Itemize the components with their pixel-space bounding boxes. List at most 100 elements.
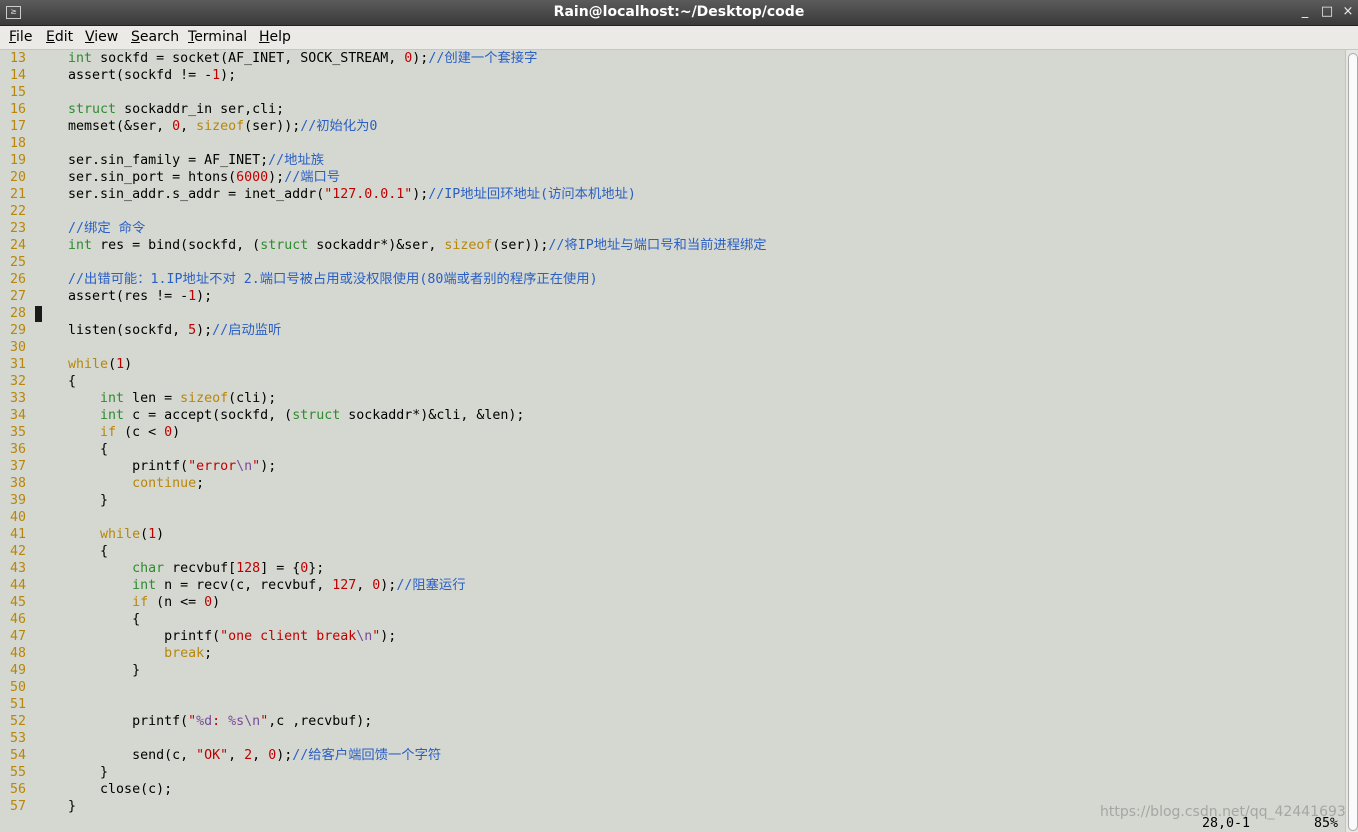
line-number: 41 <box>10 527 27 542</box>
code-token: char <box>132 561 165 576</box>
code-token: " <box>252 459 261 474</box>
code-token: \n <box>356 629 373 644</box>
code-token: { <box>36 544 109 559</box>
menu-view-label: iew <box>94 29 119 45</box>
code-token: 5 <box>188 323 197 338</box>
line-number: 52 <box>10 714 27 729</box>
code-token: 6000 <box>236 170 269 185</box>
code-token: }; <box>308 561 325 576</box>
menu-view[interactable]: View <box>85 29 118 45</box>
code-token: 127 <box>332 578 357 593</box>
line-number: 40 <box>10 510 27 525</box>
code-comment: //端口号 <box>284 170 341 185</box>
line-number: 29 <box>10 323 27 338</box>
scrollbar-thumb[interactable] <box>1348 53 1358 831</box>
menu-help[interactable]: Help <box>259 29 291 45</box>
code-line: 50 <box>0 679 767 696</box>
code-token: %s <box>228 714 245 729</box>
menu-terminal[interactable]: Terminal <box>188 29 247 45</box>
code-token: ); <box>196 323 213 338</box>
code-line: 14 assert(sockfd != -1); <box>0 67 767 84</box>
line-number: 48 <box>10 646 27 661</box>
code-token: ,c ,recvbuf); <box>268 714 373 729</box>
code-line: 26 //出错可能：1.IP地址不对 2.端口号被占用或没权限使用(80端或者别… <box>0 271 767 288</box>
code-token: ); <box>196 289 213 304</box>
code-token: memset(&ser, <box>36 119 173 134</box>
code-token: 1 <box>188 289 197 304</box>
code-token: int <box>68 51 93 66</box>
code-token: ); <box>260 459 277 474</box>
line-number: 27 <box>10 289 27 304</box>
code-token: ] = { <box>260 561 301 576</box>
code-token: assert(sockfd != - <box>36 68 213 83</box>
line-number: 34 <box>10 408 27 423</box>
line-number: 49 <box>10 663 27 678</box>
code-token: 2 <box>244 748 253 763</box>
code-line: 28 <box>0 305 767 322</box>
code-token: 0 <box>204 595 213 610</box>
code-comment: //创建一个套接字 <box>428 51 538 66</box>
line-number: 17 <box>10 119 27 134</box>
menu-search-label: earch <box>139 29 180 45</box>
close-icon[interactable]: × <box>1340 4 1356 20</box>
terminal-text-area[interactable]: 13 int sockfd = socket(AF_INET, SOCK_STR… <box>0 50 1345 832</box>
line-number: 33 <box>10 391 27 406</box>
vertical-scrollbar[interactable] <box>1345 50 1358 832</box>
code-line: 57 } <box>0 798 767 815</box>
menu-view-mnemonic: V <box>85 29 95 45</box>
line-number: 20 <box>10 170 27 185</box>
code-token: "one client break <box>220 629 357 644</box>
code-token: "127.0.0.1" <box>324 187 413 202</box>
code-token: } <box>36 765 109 780</box>
code-comment: //给客户端回馈一个字符 <box>292 748 442 763</box>
code-token: } <box>36 799 77 814</box>
scroll-percent: 85% <box>1314 816 1339 831</box>
code-token: \n <box>244 714 261 729</box>
window-title: Rain@localhost:~/Desktop/code <box>553 4 805 20</box>
code-line: 20 ser.sin_port = htons(6000);//端口号 <box>0 169 767 186</box>
line-number: 56 <box>10 782 27 797</box>
line-number: 23 <box>10 221 27 236</box>
code-token: 0 <box>268 748 277 763</box>
code-line: 55 } <box>0 764 767 781</box>
line-number: 45 <box>10 595 27 610</box>
maximize-icon[interactable]: □ <box>1319 4 1335 20</box>
code-token: 1 <box>212 68 221 83</box>
code-token: { <box>36 442 109 457</box>
line-number: 37 <box>10 459 27 474</box>
code-token: { <box>36 374 77 389</box>
menu-search[interactable]: Search <box>131 29 179 45</box>
code-token: while <box>100 527 141 542</box>
line-number: 14 <box>10 68 27 83</box>
line-number: 22 <box>10 204 27 219</box>
code-line: 54 send(c, "OK", 2, 0);//给客户端回馈一个字符 <box>0 747 767 764</box>
code-token: printf( <box>36 629 221 644</box>
code-line: 23 //绑定 命令 <box>0 220 767 237</box>
code-token: while <box>68 357 109 372</box>
code-token: , <box>356 578 373 593</box>
text-cursor <box>35 306 42 322</box>
code-token: int <box>68 238 93 253</box>
menu-file-mnemonic: F <box>9 29 17 45</box>
code-token: (n <= <box>148 595 205 610</box>
menu-help-label: elp <box>269 29 291 45</box>
minimize-icon[interactable]: _ <box>1297 4 1313 20</box>
code-line: 53 <box>0 730 767 747</box>
code-token: recvbuf[ <box>164 561 237 576</box>
menu-file[interactable]: File <box>9 29 32 45</box>
window-titlebar[interactable]: ≥ Rain@localhost:~/Desktop/code _ □ × <box>0 0 1358 26</box>
code-line: 45 if (n <= 0) <box>0 594 767 611</box>
code-line: 35 if (c < 0) <box>0 424 767 441</box>
code-comment: //将IP地址与端口号和当前进程绑定 <box>548 238 767 253</box>
code-token: 128 <box>236 561 261 576</box>
code-token: , <box>252 748 269 763</box>
menu-edit[interactable]: Edit <box>46 29 73 45</box>
line-number: 13 <box>10 51 27 66</box>
code-line: 44 int n = recv(c, recvbuf, 127, 0);//阻塞… <box>0 577 767 594</box>
code-line: 48 break; <box>0 645 767 662</box>
code-token: assert(res != - <box>36 289 189 304</box>
code-line: 32 { <box>0 373 767 390</box>
